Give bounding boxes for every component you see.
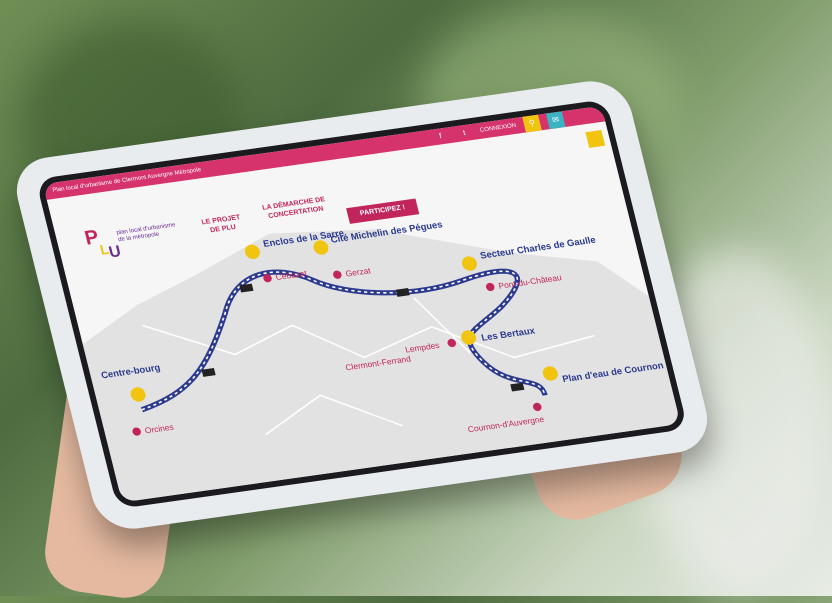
tablet-screen: Plan local d'urbanisme de Clermont Auver…	[35, 99, 689, 509]
site-tagline: Plan local d'urbanisme de Clermont Auver…	[51, 167, 202, 194]
website: Plan local d'urbanisme de Clermont Auver…	[42, 105, 681, 503]
search-icon[interactable]: ⚲	[522, 114, 542, 133]
mail-icon[interactable]: ✉	[545, 111, 566, 130]
connexion-link[interactable]: CONNEXION	[478, 118, 518, 139]
twitter-icon[interactable]: t	[454, 124, 474, 142]
facebook-icon[interactable]: f	[431, 128, 451, 146]
